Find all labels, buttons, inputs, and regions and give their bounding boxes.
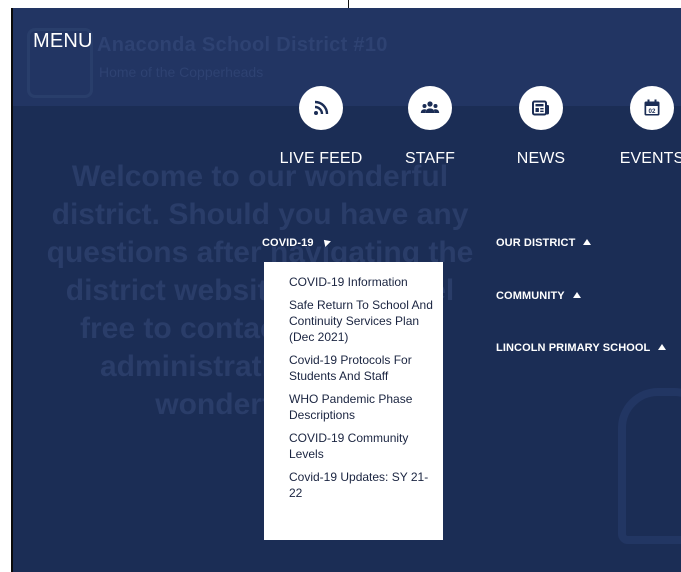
submenu-item[interactable]: Covid-19 Protocols For Students And Staf… <box>289 352 435 384</box>
calendar-icon: 02 <box>630 86 674 130</box>
school-name: Anaconda School District #10 <box>97 34 388 56</box>
svg-text:02: 02 <box>649 108 656 115</box>
submenu-item[interactable]: COVID-19 Community Levels <box>289 430 435 462</box>
quick-link-label: STAFF <box>405 150 455 167</box>
nav-label: COVID-19 <box>262 237 314 249</box>
menu-button[interactable]: MENU <box>33 30 93 53</box>
nav-community[interactable]: COMMUNITY <box>496 290 581 302</box>
quick-link-label: NEWS <box>516 150 566 167</box>
nav-label: OUR DISTRICT <box>496 237 576 249</box>
nav-covid[interactable]: COVID-19 <box>262 237 331 249</box>
expand-arrow-icon <box>658 344 667 350</box>
nav-label: LINCOLN PRIMARY SCHOOL <box>496 342 651 354</box>
quick-link-label: EVENTS <box>619 150 681 167</box>
quick-link-live-feed[interactable]: LIVE FEED <box>278 86 364 168</box>
rss-icon <box>299 86 343 130</box>
nav-label: COMMUNITY <box>496 290 565 302</box>
quick-link-events[interactable]: 02 EVENTS <box>609 86 681 168</box>
submenu-item[interactable]: Covid-19 Updates: SY 21-22 <box>289 469 435 501</box>
submenu-item[interactable]: WHO Pandemic Phase Descriptions <box>289 391 435 423</box>
quick-link-news[interactable]: NEWS <box>498 86 584 168</box>
submenu-item[interactable]: COVID-19 Information <box>289 274 435 290</box>
people-icon <box>408 86 452 130</box>
nav-our-district[interactable]: OUR DISTRICT <box>496 237 592 249</box>
quick-link-label: LIVE FEED <box>279 150 363 167</box>
menu-overlay: Anaconda School District #10 Home of the… <box>11 8 681 572</box>
school-tagline: Home of the Copperheads <box>99 64 264 80</box>
submenu-item[interactable]: Safe Return To School And Continuity Ser… <box>289 297 435 345</box>
expand-arrow-icon <box>583 239 592 245</box>
frame-top <box>0 0 681 8</box>
nav-lincoln-primary[interactable]: LINCOLN PRIMARY SCHOOL <box>496 342 667 354</box>
expanded-arrow-icon <box>320 237 331 247</box>
expand-arrow-icon <box>572 292 581 298</box>
quick-link-staff[interactable]: STAFF <box>387 86 473 168</box>
covid-submenu: COVID-19 Information Safe Return To Scho… <box>264 262 443 540</box>
mascot-graphic <box>618 388 681 544</box>
newspaper-icon <box>519 86 563 130</box>
